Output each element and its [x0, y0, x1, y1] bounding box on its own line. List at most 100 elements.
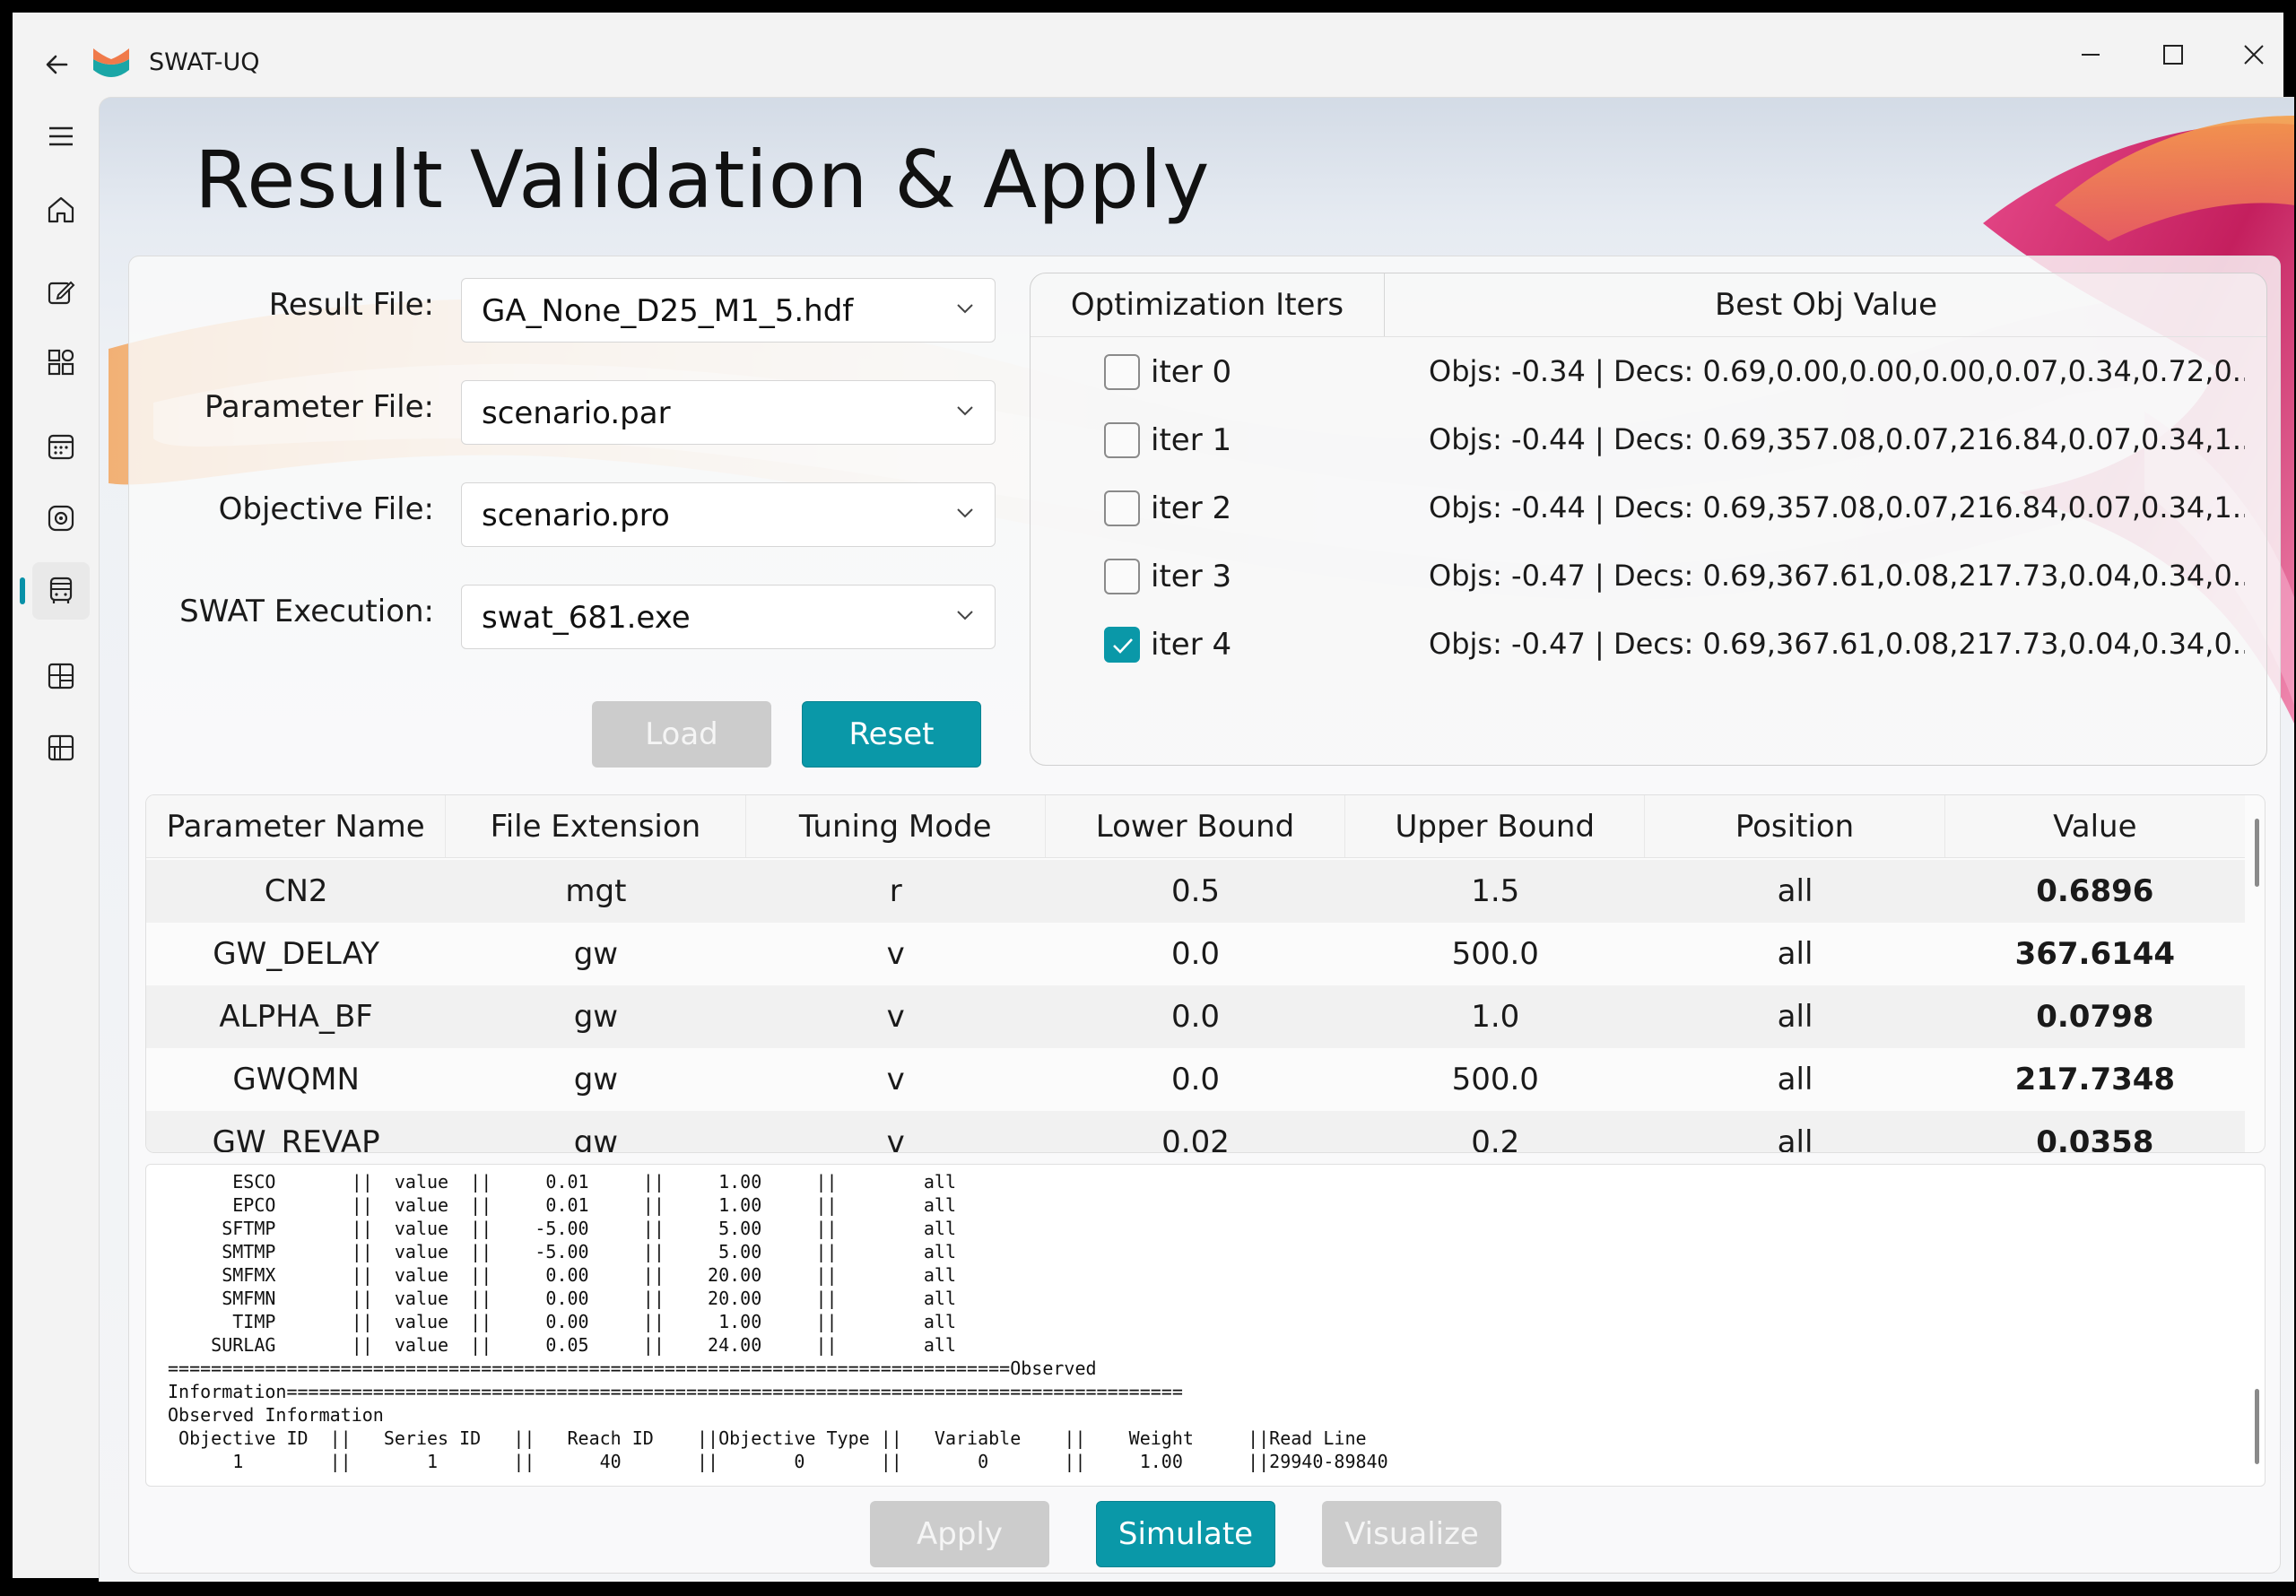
- simulate-button[interactable]: Simulate: [1096, 1501, 1275, 1567]
- table-cell: CN2: [264, 873, 328, 909]
- table-cell: GW_REVAP: [212, 1124, 380, 1153]
- vehicle-icon[interactable]: [32, 562, 90, 620]
- iter-checkbox-checked[interactable]: [1104, 627, 1140, 663]
- table-cell-value: 0.6896: [2036, 873, 2154, 909]
- iter-row[interactable]: iter 0 Objs: -0.34 | Decs: 0.69,0.00,0.0…: [1031, 342, 2266, 410]
- load-button[interactable]: Load: [592, 701, 771, 768]
- iter-row[interactable]: iter 1 Objs: -0.44 | Decs: 0.69,357.08,0…: [1031, 410, 2266, 478]
- dashboard-icon[interactable]: [32, 334, 90, 391]
- table-cell: 1.5: [1471, 873, 1520, 909]
- swat-execution-label: SWAT Execution:: [179, 594, 434, 629]
- column-header[interactable]: Value: [1945, 795, 2245, 857]
- objective-file-combobox[interactable]: scenario.pro: [461, 482, 996, 547]
- table-cell: v: [886, 1062, 905, 1097]
- reset-button[interactable]: Reset: [802, 701, 981, 768]
- column-header[interactable]: Parameter Name: [146, 795, 447, 857]
- table-cell: GWQMN: [232, 1062, 360, 1097]
- parameter-table: Parameter Name File Extension Tuning Mod…: [145, 794, 2266, 1153]
- iter-best-value: Objs: -0.44 | Decs: 0.69,357.08,0.07,216…: [1429, 490, 2245, 525]
- iter-row[interactable]: iter 2 Objs: -0.44 | Decs: 0.69,357.08,0…: [1031, 478, 2266, 546]
- table-row[interactable]: CN2 mgt r 0.5 1.5 all 0.6896: [146, 860, 2245, 923]
- edit-icon[interactable]: [32, 264, 90, 321]
- iter-name: iter 3: [1151, 559, 1232, 594]
- table-scrollbar[interactable]: [2255, 819, 2259, 887]
- iter-checkbox[interactable]: [1104, 422, 1140, 458]
- column-header[interactable]: Tuning Mode: [746, 795, 1046, 857]
- app-title: SWAT-UQ: [149, 48, 260, 76]
- table-cell: 0.0: [1170, 999, 1221, 1035]
- iter-name: iter 4: [1151, 627, 1232, 663]
- table-row[interactable]: GW_DELAY gw v 0.0 500.0 all 367.6144: [146, 923, 2245, 985]
- objective-file-value: scenario.pro: [482, 498, 670, 533]
- checkmark-icon: [1113, 638, 1133, 654]
- table-header: Parameter Name File Extension Tuning Mod…: [146, 795, 2245, 858]
- result-file-value: GA_None_D25_M1_5.hdf: [482, 293, 854, 329]
- iter-row[interactable]: iter 3 Objs: -0.47 | Decs: 0.69,367.61,0…: [1031, 546, 2266, 614]
- parameter-file-label: Parameter File:: [204, 389, 434, 425]
- iter-checkbox[interactable]: [1104, 490, 1140, 526]
- apply-button[interactable]: Apply: [870, 1501, 1049, 1567]
- table-cell: all: [1777, 1124, 1813, 1153]
- table-cell: all: [1777, 873, 1813, 909]
- table-cell: 0.0: [1170, 936, 1221, 972]
- back-arrow-icon[interactable]: [39, 45, 79, 84]
- layout-alt-icon[interactable]: [32, 719, 90, 776]
- chevron-down-icon: [957, 304, 973, 314]
- table-cell: all: [1777, 1062, 1813, 1097]
- parameter-file-combobox[interactable]: scenario.par: [461, 380, 996, 445]
- swat-execution-combobox[interactable]: swat_681.exe: [461, 585, 996, 649]
- layout-icon[interactable]: [32, 647, 90, 705]
- visualize-button[interactable]: Visualize: [1322, 1501, 1501, 1567]
- iter-name: iter 0: [1151, 354, 1232, 390]
- table-cell: v: [886, 936, 905, 972]
- column-header[interactable]: Position: [1645, 795, 1945, 857]
- table-row[interactable]: ALPHA_BF gw v 0.0 1.0 all 0.0798: [146, 985, 2245, 1048]
- table-cell: 500.0: [1451, 936, 1539, 972]
- table-cell: v: [886, 1124, 905, 1153]
- page-title: Result Validation & Apply: [195, 134, 1211, 226]
- table-cell-value: 0.0358: [2036, 1124, 2154, 1153]
- objective-file-label: Objective File:: [218, 491, 434, 527]
- target-icon[interactable]: [32, 490, 90, 547]
- iter-best-value: Objs: -0.47 | Decs: 0.69,367.61,0.08,217…: [1429, 627, 2245, 661]
- column-header[interactable]: Upper Bound: [1345, 795, 1646, 857]
- column-header[interactable]: File Extension: [446, 795, 746, 857]
- close-icon[interactable]: [2231, 32, 2276, 77]
- table-cell-value: 0.0798: [2036, 999, 2154, 1035]
- result-file-label: Result File:: [268, 287, 434, 323]
- home-icon[interactable]: [32, 181, 90, 239]
- table-cell-value: 367.6144: [2014, 936, 2176, 972]
- table-cell: v: [886, 999, 905, 1035]
- result-file-combobox[interactable]: GA_None_D25_M1_5.hdf: [461, 278, 996, 343]
- table-row[interactable]: GW_REVAP gw v 0.02 0.2 all 0.0358: [146, 1111, 2245, 1153]
- menu-icon[interactable]: [32, 108, 90, 165]
- parameter-file-value: scenario.par: [482, 395, 671, 431]
- title-bar: SWAT-UQ: [13, 13, 2283, 102]
- column-header[interactable]: Lower Bound: [1046, 795, 1346, 857]
- calendar-icon[interactable]: [32, 418, 90, 475]
- app-logo-icon: [93, 48, 129, 77]
- table-cell: all: [1777, 936, 1813, 972]
- maximize-icon[interactable]: [2151, 32, 2196, 77]
- iter-best-value: Objs: -0.47 | Decs: 0.69,367.61,0.08,217…: [1429, 559, 2245, 593]
- iter-row[interactable]: iter 4 Objs: -0.47 | Decs: 0.69,367.61,0…: [1031, 614, 2266, 682]
- content-area: Result Validation & Apply Result File: G…: [99, 97, 2294, 1582]
- table-cell: 0.02: [1161, 1124, 1230, 1153]
- iter-name: iter 2: [1151, 490, 1232, 526]
- iter-checkbox[interactable]: [1104, 559, 1140, 594]
- main-card: Result File: GA_None_D25_M1_5.hdf Parame…: [128, 256, 2281, 1574]
- table-cell: gw: [573, 936, 619, 972]
- iter-checkbox[interactable]: [1104, 354, 1140, 390]
- optimization-iters-panel: Optimization Iters Best Obj Value iter 0…: [1030, 273, 2267, 766]
- table-cell: 0.2: [1471, 1124, 1520, 1153]
- minimize-icon[interactable]: [2068, 32, 2113, 77]
- table-row[interactable]: GWQMN gw v 0.0 500.0 all 217.7348: [146, 1048, 2245, 1111]
- table-cell: ALPHA_BF: [219, 999, 373, 1035]
- app-window: SWAT-UQ Result Validation & Apply Result…: [0, 0, 2296, 1596]
- table-cell: mgt: [565, 873, 627, 909]
- file-info-textbox[interactable]: ESCO || value || 0.01 || 1.00 || all EPC…: [145, 1164, 2266, 1487]
- table-cell: 500.0: [1451, 1062, 1539, 1097]
- table-cell: all: [1777, 999, 1813, 1035]
- navigation-rail: [13, 102, 109, 1582]
- log-scrollbar[interactable]: [2255, 1389, 2259, 1464]
